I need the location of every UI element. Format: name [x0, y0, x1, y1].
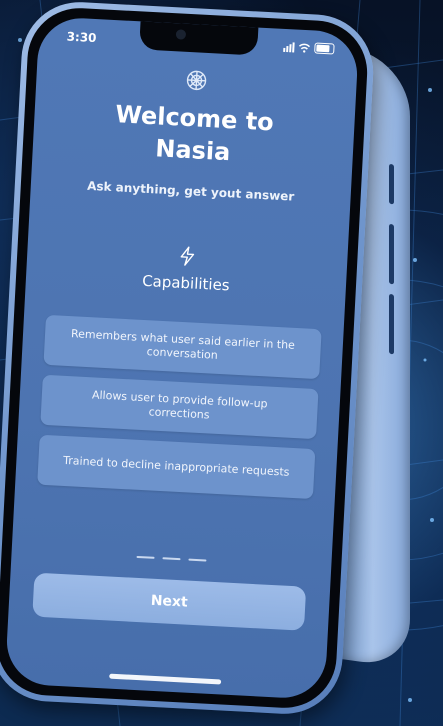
- side-button: [389, 163, 394, 205]
- page-dot: [136, 555, 155, 559]
- notch: [139, 19, 259, 56]
- page-dot: [188, 558, 207, 562]
- capability-card: Allows user to provide follow-up correct…: [40, 374, 319, 440]
- capability-text: Trained to decline inappropriate request…: [62, 453, 290, 479]
- nasia-logo-icon: [186, 70, 207, 91]
- next-button[interactable]: Next: [32, 572, 307, 631]
- capabilities-list: Remembers what user said earlier in the …: [37, 314, 322, 500]
- capabilities-heading: Capabilities: [141, 271, 231, 295]
- capability-card: Remembers what user said earlier in the …: [43, 314, 322, 380]
- wifi-icon: [298, 43, 311, 53]
- volume-button: [389, 223, 394, 285]
- signal-icon: [283, 41, 295, 52]
- page-dot: [162, 557, 181, 561]
- capability-text: Remembers what user said earlier in the …: [70, 327, 296, 362]
- app-screen: 3:30 Welcome to Nasia Ask anything, get …: [4, 16, 360, 700]
- lightning-bolt-icon: [180, 246, 195, 266]
- front-camera: [175, 29, 187, 40]
- phone-bezel: 3:30 Welcome to Nasia Ask anything, get …: [0, 5, 370, 711]
- capability-text: Allows user to provide follow-up correct…: [91, 388, 268, 422]
- phone-frame: 3:30 Welcome to Nasia Ask anything, get …: [0, 0, 377, 717]
- battery-icon: [314, 42, 335, 55]
- status-time: 3:30: [66, 29, 97, 46]
- status-icons: [283, 41, 335, 55]
- welcome-subtitle: Ask anything, get yout answer: [86, 178, 295, 204]
- page-indicator: [136, 555, 207, 562]
- capability-card: Trained to decline inappropriate request…: [37, 434, 316, 500]
- volume-button: [389, 293, 394, 355]
- home-indicator[interactable]: [109, 673, 222, 685]
- welcome-title: Welcome to Nasia: [32, 94, 355, 175]
